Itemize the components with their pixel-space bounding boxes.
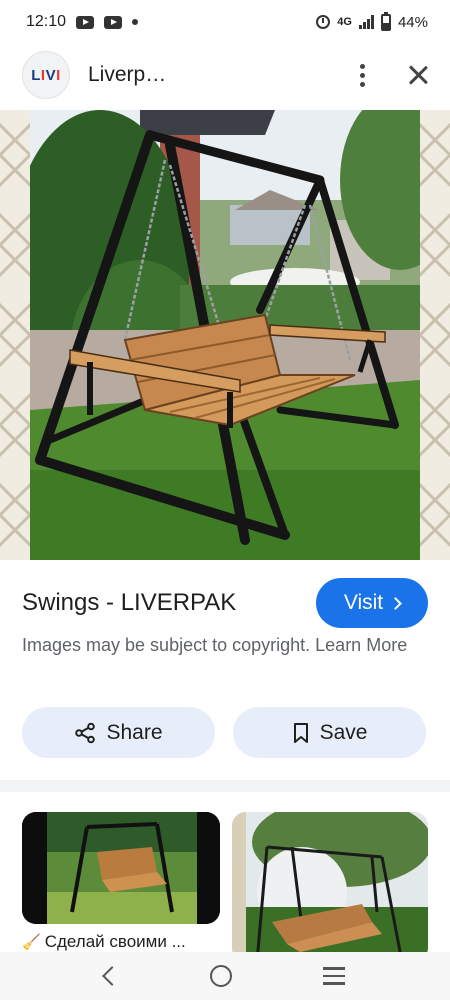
lattice-pattern xyxy=(420,110,450,560)
copyright-notice: Images may be subject to copyright. Lear… xyxy=(22,632,422,658)
network-label: 4G xyxy=(337,16,352,28)
header-title[interactable]: Liverp… xyxy=(88,63,166,87)
action-row: Share Save xyxy=(22,707,426,758)
section-divider xyxy=(0,780,450,792)
related-caption[interactable]: 🧹 Сделай своими ... xyxy=(22,932,222,952)
system-nav-bar xyxy=(0,952,450,1000)
save-label: Save xyxy=(319,720,368,744)
logo-text: LIVI xyxy=(31,66,61,84)
chevron-right-icon xyxy=(389,596,403,610)
battery-icon xyxy=(380,11,391,31)
status-bar: 12:10 4G 44% xyxy=(0,0,450,44)
share-button[interactable]: Share xyxy=(22,707,215,758)
battery-percent: 44% xyxy=(397,13,428,31)
related-image[interactable] xyxy=(22,812,220,924)
dot-icon xyxy=(132,19,139,25)
alarm-icon xyxy=(316,15,331,29)
status-time: 12:10 xyxy=(26,13,67,30)
share-icon xyxy=(75,722,96,743)
share-label: Share xyxy=(106,720,163,744)
visit-label: Visit xyxy=(343,591,384,614)
image-title: Swings - LIVERPAK xyxy=(22,589,237,616)
back-icon[interactable] xyxy=(102,966,123,986)
signal-icon xyxy=(358,15,374,29)
image-title-row: Swings - LIVERPAK Visit xyxy=(22,578,428,628)
youtube-icon xyxy=(76,15,95,29)
site-logo[interactable]: LIVI xyxy=(22,51,70,99)
related-swing-photo xyxy=(22,812,220,924)
bookmark-icon xyxy=(293,722,308,743)
status-right: 4G 44% xyxy=(316,11,428,31)
copyright-text: Images may be subject to copyright. xyxy=(22,635,311,655)
youtube-icon xyxy=(104,15,123,29)
header-actions xyxy=(352,63,430,87)
recents-icon[interactable] xyxy=(322,967,345,985)
broom-icon: 🧹 xyxy=(22,934,41,951)
related-caption-text: Сделай своими ... xyxy=(44,932,186,951)
swing-photo xyxy=(30,110,420,560)
save-button[interactable]: Save xyxy=(233,707,426,758)
learn-more-link[interactable]: Learn More xyxy=(315,635,407,655)
kebab-icon[interactable] xyxy=(352,63,372,87)
close-icon[interactable] xyxy=(406,63,430,87)
status-left: 12:10 xyxy=(26,13,139,31)
viewer-header: LIVI Liverp… xyxy=(0,44,450,106)
related-swing-photo xyxy=(232,812,428,962)
image-preview[interactable] xyxy=(0,110,450,560)
home-icon[interactable] xyxy=(209,965,232,987)
lattice-pattern xyxy=(0,110,30,560)
visit-button[interactable]: Visit xyxy=(316,578,428,628)
related-image[interactable] xyxy=(232,812,428,962)
